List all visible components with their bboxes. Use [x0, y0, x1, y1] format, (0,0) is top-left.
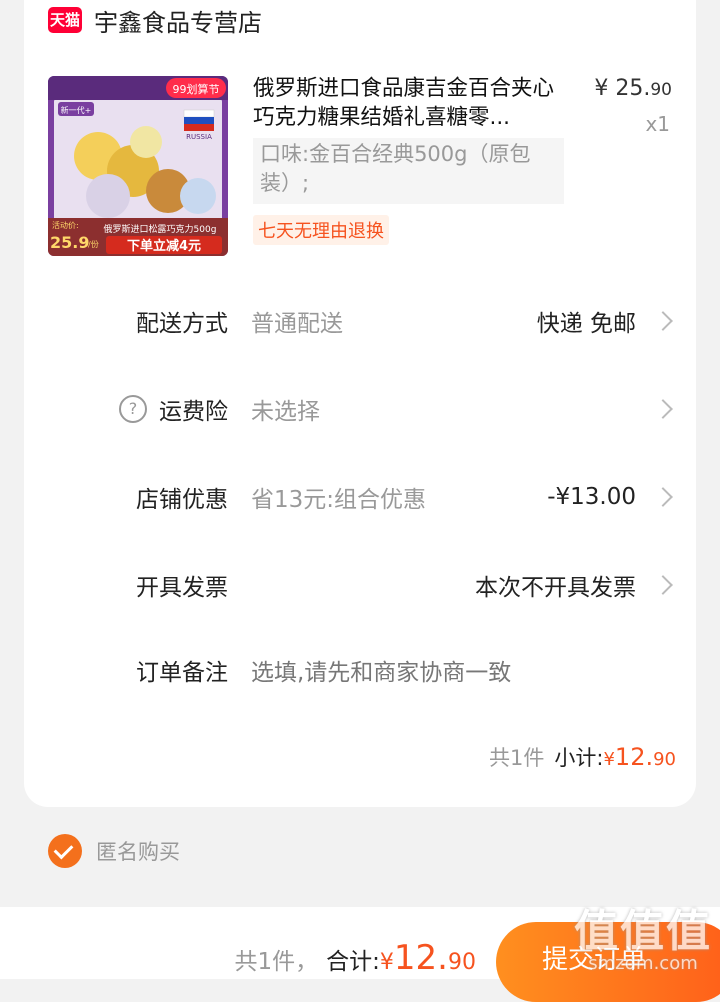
chevron-right-icon	[653, 575, 673, 595]
price-decimal: 90	[650, 80, 672, 100]
shop-name[interactable]: 宇鑫食品专营店	[94, 3, 262, 38]
chevron-right-icon	[653, 311, 673, 331]
anonymous-purchase[interactable]: 匿名购买	[48, 834, 180, 868]
help-icon[interactable]: ?	[119, 395, 147, 423]
total-currency: ¥	[379, 950, 394, 975]
note-input[interactable]: 选填,请先和商家协商一致	[251, 653, 511, 687]
product-image[interactable]: 99划算节 新一代+ RUSSIA 俄罗斯进口松露巧克力500g 活动价: 25…	[48, 76, 228, 256]
product-quantity: x1	[645, 112, 670, 136]
insurance-label: 运费险	[159, 399, 228, 425]
activity-price: 25.9	[50, 233, 89, 252]
watermark: 值值值 smzdm.com	[574, 895, 712, 974]
russia-flag	[183, 109, 215, 131]
product-spec[interactable]: 口味:金百合经典500g（原包装）;	[253, 138, 564, 204]
order-card: 天猫 宇鑫食品专营店 99划算节 新一代+ RUSSIA 俄罗斯进口松露巧克力5…	[24, 0, 696, 807]
note-label: 订单备注	[136, 660, 228, 686]
subtotal-count: 共1件	[489, 746, 545, 770]
delivery-method: 普通配送	[251, 311, 343, 337]
delivery-label: 配送方式	[136, 311, 228, 337]
invoice-row[interactable]: 开具发票 本次不开具发票	[24, 565, 696, 605]
total-decimal: 90	[448, 950, 476, 975]
tmall-logo: 天猫	[48, 7, 82, 33]
invoice-label: 开具发票	[136, 575, 228, 601]
shop-header[interactable]: 天猫 宇鑫食品专营店	[48, 0, 262, 40]
subtotal: 共1件 小计: ¥ 12. 90	[489, 742, 676, 772]
note-row[interactable]: 订单备注 选填,请先和商家协商一致	[24, 650, 696, 690]
total-main: 12.	[393, 938, 448, 978]
insurance-label-wrap: ? 运费险	[119, 392, 228, 426]
anonymous-label: 匿名购买	[96, 840, 180, 864]
total-label: 合计:	[326, 949, 380, 975]
product-image-art: 99划算节 新一代+ RUSSIA 俄罗斯进口松露巧克力500g 活动价: 25…	[48, 76, 228, 256]
caption: 俄罗斯进口松露巧克力500g	[104, 223, 217, 235]
product-title[interactable]: 俄罗斯进口食品康吉金百合夹心巧克力糖果结婚礼喜糖零...	[253, 74, 573, 132]
activity-label: 活动价:	[52, 220, 79, 230]
insurance-status: 未选择	[251, 399, 320, 425]
activity-unit: /份	[88, 239, 99, 249]
product-price: ¥ 25.90	[594, 76, 672, 101]
promo-text: 下单立减4元	[127, 238, 201, 254]
chevron-right-icon	[653, 399, 673, 419]
delivery-value: 快递 免邮	[536, 311, 636, 337]
insurance-row[interactable]: ? 运费险 未选择	[24, 389, 696, 429]
watermark-title: 值值值	[574, 906, 712, 957]
subtotal-decimal: 90	[653, 749, 676, 770]
subtotal-currency: ¥	[603, 749, 615, 770]
total-count: 共1件，	[234, 949, 319, 975]
shop-discount-row[interactable]: 店铺优惠 省13元:组合优惠 -¥13.00	[24, 477, 696, 517]
service-tag: 七天无理由退换	[253, 215, 389, 245]
delivery-row[interactable]: 配送方式 普通配送 快递 免邮	[24, 301, 696, 341]
subtotal-label: 小计:	[554, 746, 604, 770]
watermark-url: smzdm.com	[588, 953, 698, 974]
subtotal-main: 12.	[614, 743, 654, 771]
price-main: ¥ 25.	[594, 76, 651, 101]
discount-value: -¥13.00	[547, 484, 636, 510]
discount-label: 店铺优惠	[136, 487, 228, 513]
invoice-value: 本次不开具发票	[475, 575, 636, 601]
chevron-right-icon	[653, 487, 673, 507]
discount-detail: 省13元:组合优惠	[251, 487, 427, 513]
country-label: RUSSIA	[186, 133, 212, 141]
order-total: 共1件， 合计: ¥ 12. 90	[235, 938, 476, 978]
left-badge: 新一代+	[61, 105, 92, 115]
checkmark-icon[interactable]	[48, 834, 82, 868]
promo-top-badge: 99划算节	[173, 82, 220, 96]
